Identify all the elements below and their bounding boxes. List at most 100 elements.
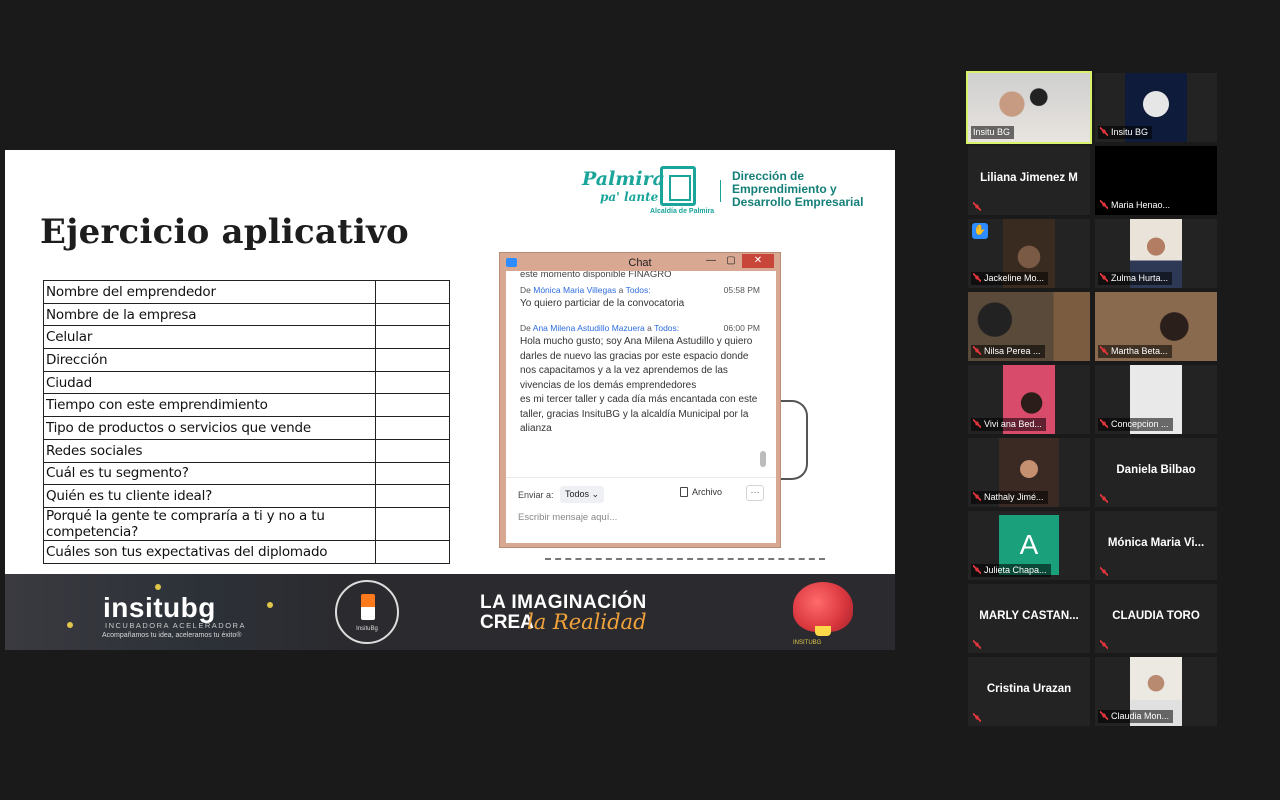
message-text: Yo quiero particiar de la convocatoria [520, 298, 685, 309]
form-row-label: Tiempo con este emprendimiento [43, 393, 376, 418]
participant-tile[interactable]: Claudia Mon... [1095, 657, 1217, 726]
participant-tile[interactable]: Zulma Hurta... [1095, 219, 1217, 288]
muted-mic-icon [1100, 711, 1108, 720]
minimize-button[interactable]: — [702, 254, 720, 268]
participant-name: Cristina Urazan [986, 683, 1072, 695]
participant-tile[interactable]: Concepcion ... [1095, 365, 1217, 434]
message-meta: De Mónica Maria Villegas a Todos: 05:58 … [520, 285, 760, 295]
muted-mic-icon [973, 492, 981, 501]
file-button[interactable]: Archivo [680, 487, 722, 497]
participant-tile[interactable]: Mónica Maria Vi... [1095, 511, 1217, 580]
participant-tile[interactable]: Maria Henao... [1095, 146, 1217, 215]
form-row-label: Nombre del emprendedor [43, 280, 376, 304]
message-meta: De Ana Milena Astudillo Mazuera a Todos:… [520, 323, 760, 333]
sender-name: Ana Milena Astudillo Mazuera [532, 323, 645, 333]
palmira-wordmark: Palmira pa' lante [582, 168, 665, 205]
form-row-value [375, 393, 450, 418]
muted-mic-icon [973, 202, 981, 211]
muted-mic-icon [973, 346, 981, 355]
logo-divider [720, 180, 721, 202]
form-row-label: Tipo de productos o servicios que vende [43, 416, 376, 440]
form-row: Cuáles son tus expectativas del diplomad… [43, 539, 450, 564]
participant-tile[interactable]: Daniela Bilbao [1095, 438, 1217, 507]
close-button[interactable]: ✕ [742, 254, 774, 268]
form-row: Redes sociales [43, 438, 450, 463]
participant-tile[interactable]: Cristina Urazan [968, 657, 1090, 726]
participant-tile[interactable]: CLAUDIA TORO [1095, 584, 1217, 653]
raised-hand-icon: ✋ [972, 223, 988, 239]
form-row-label: Dirección [43, 348, 376, 372]
file-icon [680, 487, 688, 497]
network-dot [155, 584, 161, 590]
send-to-label: Enviar a: [518, 490, 554, 500]
more-options-button[interactable]: ··· [746, 485, 764, 501]
form-row: Quién es tu cliente ideal? [43, 484, 450, 508]
participant-name: Liliana Jimenez M [980, 172, 1078, 184]
insitubg-circle-logo: InsituBg [335, 580, 399, 644]
participant-tile[interactable]: A Julieta Chapa... [968, 511, 1090, 580]
send-to-dropdown[interactable]: Todos ⌄ [560, 486, 605, 503]
chat-scrollbar[interactable] [760, 271, 766, 469]
lightbulb-icon [815, 626, 831, 636]
form-row-value [375, 302, 450, 327]
form-row-value [375, 461, 450, 486]
participant-tile[interactable]: Vivi ana Bed... [968, 365, 1090, 434]
participant-tile[interactable]: Insitu BG [1095, 73, 1217, 142]
chat-messages[interactable]: este momento disponible FINAGRO De Mónic… [506, 271, 768, 469]
palmira-logo: Palmira pa' lante Alcaldía de Palmira Di… [580, 162, 880, 222]
maximize-button[interactable]: ▢ [722, 254, 740, 268]
muted-mic-icon [1100, 346, 1108, 355]
chat-composer: Enviar a: Todos ⌄ Archivo ··· Escribir m… [506, 477, 776, 543]
chat-titlebar[interactable]: Chat — ▢ ✕ [500, 253, 780, 273]
form-row-label: Porqué la gente te compraría a ti y no a… [43, 506, 376, 541]
network-dot [67, 622, 73, 628]
sketch-figure [780, 400, 808, 480]
recipient-name: Todos: [625, 285, 651, 295]
form-row: Cuál es tu segmento? [43, 461, 450, 486]
form-row: Dirección [43, 348, 450, 372]
chat-window[interactable]: Chat — ▢ ✕ este momento disponible FINAG… [499, 252, 781, 548]
participant-tile[interactable]: MARLY CASTAÑ... [968, 584, 1090, 653]
muted-mic-icon [973, 640, 981, 649]
form-row-label: Ciudad [43, 370, 376, 395]
participant-tile[interactable]: Liliana Jimenez M [968, 146, 1090, 215]
form-row: Celular [43, 325, 450, 350]
participant-tile[interactable]: Jackeline Mo... ✋ [968, 219, 1090, 288]
participant-tile[interactable]: Insitu BG [966, 71, 1092, 144]
participant-name-label: Jackeline Mo... [971, 272, 1049, 285]
form-row-label: Cuál es tu segmento? [43, 461, 376, 486]
participant-name: Daniela Bilbao [1116, 464, 1196, 476]
muted-mic-icon [1100, 640, 1108, 649]
network-dot [267, 602, 273, 608]
form-row: Nombre del emprendedor [43, 280, 450, 304]
muted-mic-icon [1100, 567, 1108, 576]
form-table: Nombre del emprendedor Nombre de la empre… [43, 280, 450, 564]
form-row-value [375, 539, 450, 564]
chat-message-input[interactable]: Escribir mensaje aquí... [518, 512, 617, 523]
participant-name-label: Concepcion ... [1098, 418, 1173, 431]
form-row-value [375, 484, 450, 508]
participant-name: Mónica Maria Vi... [1107, 537, 1205, 549]
participant-name: MARLY CASTAÑ... [979, 610, 1079, 622]
form-row-value [375, 506, 450, 541]
form-row: Nombre de la empresa [43, 302, 450, 327]
form-row-value [375, 325, 450, 350]
insitubg-subtitle: INCUBADORA ACELERADORA [105, 621, 246, 630]
participant-name-label: Vivi ana Bed... [971, 418, 1046, 431]
chat-message: De Ana Milena Astudillo Mazuera a Todos:… [520, 323, 760, 437]
form-row: Tiempo con este emprendimiento [43, 393, 450, 418]
muted-mic-icon [1100, 494, 1108, 503]
scrollbar-thumb[interactable] [760, 451, 766, 467]
participant-tile[interactable]: Nilsa Perea ... [968, 292, 1090, 361]
slide-title: Ejercicio aplicativo [40, 212, 409, 252]
form-row-value [375, 280, 450, 304]
imagination-line-3: la Realidad [527, 610, 647, 634]
muted-mic-icon [973, 565, 981, 574]
recipient-name: Todos: [654, 323, 680, 333]
clipped-message-text: este momento disponible FINAGRO [520, 271, 672, 280]
participant-name-label: Maria Henao... [1098, 199, 1175, 212]
muted-mic-icon [973, 273, 981, 282]
form-row-label: Celular [43, 325, 376, 350]
participant-tile[interactable]: Martha Beta... [1095, 292, 1217, 361]
participant-tile[interactable]: Nathaly Jimé... [968, 438, 1090, 507]
